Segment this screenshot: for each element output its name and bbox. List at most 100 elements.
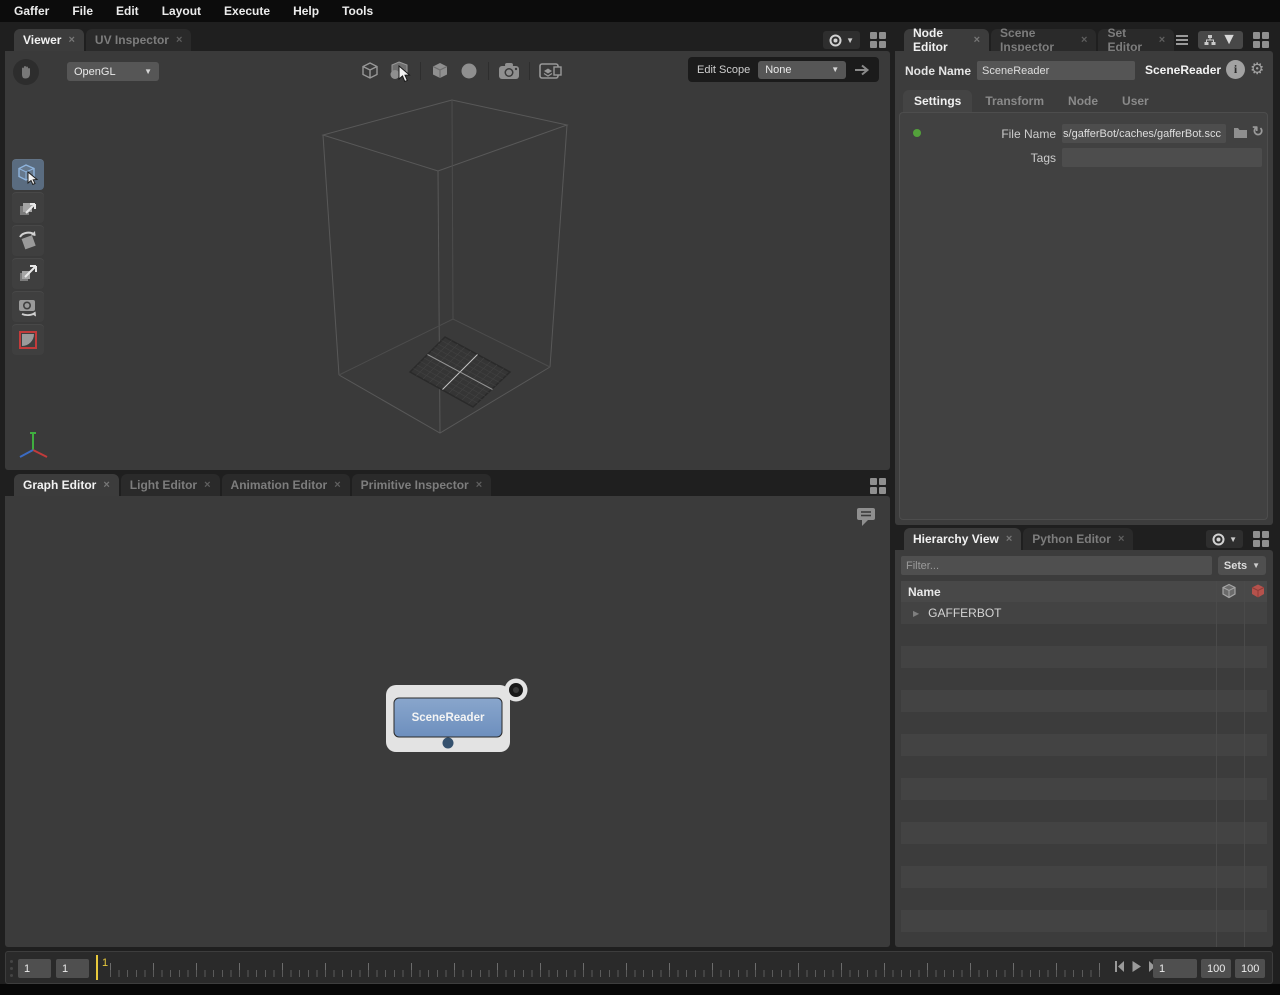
name-column-header[interactable]: Name	[908, 585, 941, 599]
tab-scene-inspector[interactable]: Scene Inspector ×	[991, 26, 1097, 54]
tab-node-editor[interactable]: Node Editor ×	[904, 26, 990, 54]
playhead[interactable]	[96, 955, 98, 980]
menu-gaffer[interactable]: Gaffer	[14, 4, 49, 18]
menu-edit[interactable]: Edit	[116, 4, 139, 18]
tab-node[interactable]: Node	[1057, 90, 1109, 112]
tags-input[interactable]	[1062, 148, 1262, 167]
pin-scene-button[interactable]: ▼	[1206, 530, 1243, 548]
close-icon[interactable]: ×	[974, 34, 980, 46]
menu-tools[interactable]: Tools	[342, 4, 373, 18]
inclusions-cube-icon[interactable]	[1221, 583, 1237, 599]
menu-help[interactable]: Help	[293, 4, 319, 18]
node-output-port[interactable]	[442, 737, 454, 749]
close-icon[interactable]: ×	[1081, 34, 1087, 46]
exclusions-cube-icon[interactable]	[1250, 583, 1266, 599]
annotation-icon[interactable]	[854, 506, 878, 528]
tab-viewer[interactable]: Viewer ×	[14, 29, 84, 51]
layout-menu-icon[interactable]	[870, 478, 886, 494]
refresh-icon[interactable]: ↻	[1252, 123, 1264, 140]
pan-hand-button[interactable]	[13, 59, 39, 85]
frame-range-start-input[interactable]: 1	[18, 959, 51, 978]
tab-python-editor[interactable]: Python Editor ×	[1023, 528, 1134, 550]
viewer-viewport[interactable]: OpenGL ▼ Edit Scope None ▼	[5, 51, 890, 470]
camera-tool-button[interactable]	[12, 291, 44, 322]
follow-node-button[interactable]: ▼	[1198, 31, 1243, 49]
current-frame-input[interactable]: 1	[1153, 959, 1197, 978]
play-button[interactable]	[1131, 960, 1142, 973]
filter-input[interactable]: Filter...	[901, 556, 1212, 575]
tab-primitive-inspector[interactable]: Primitive Inspector ×	[351, 474, 492, 496]
layout-menu-icon[interactable]	[1253, 531, 1269, 547]
tab-animation-editor[interactable]: Animation Editor ×	[221, 474, 350, 496]
table-row[interactable]	[901, 668, 1267, 690]
node-name-input[interactable]: SceneReader	[977, 61, 1135, 80]
expander-icon[interactable]: ▶	[913, 609, 919, 618]
sets-dropdown[interactable]: Sets ▼	[1218, 556, 1266, 575]
list-menu-icon[interactable]	[1176, 35, 1189, 45]
table-row[interactable]	[901, 800, 1267, 822]
geometry-cube-icon[interactable]	[430, 61, 450, 81]
scale-tool-button[interactable]	[12, 258, 44, 289]
close-icon[interactable]: ×	[68, 34, 74, 46]
edit-scope-select[interactable]: None ▼	[758, 60, 847, 79]
display-mode-select[interactable]: OpenGL ▼	[67, 62, 159, 81]
frame-range-end-input[interactable]: 100	[1235, 959, 1265, 978]
layout-menu-icon[interactable]	[1253, 32, 1269, 48]
close-icon[interactable]: ×	[1006, 533, 1012, 545]
close-icon[interactable]: ×	[1159, 34, 1165, 46]
playback-range-end-input[interactable]: 100	[1201, 959, 1231, 978]
folder-icon[interactable]	[1233, 126, 1248, 139]
menu-layout[interactable]: Layout	[162, 4, 201, 18]
jump-to-scope-icon[interactable]	[854, 64, 870, 76]
camera-icon[interactable]	[498, 62, 520, 80]
translate-tool-button[interactable]	[12, 192, 44, 223]
menu-file[interactable]: File	[72, 4, 93, 18]
rotate-tool-button[interactable]	[12, 225, 44, 256]
close-icon[interactable]: ×	[204, 479, 210, 491]
timeline-grip[interactable]	[10, 960, 13, 977]
table-row[interactable]	[901, 712, 1267, 734]
close-icon[interactable]: ×	[103, 479, 109, 491]
table-row[interactable]	[901, 734, 1267, 756]
table-row[interactable]	[901, 910, 1267, 932]
info-icon[interactable]: i	[1226, 60, 1245, 79]
tab-uv-inspector[interactable]: UV Inspector ×	[85, 29, 192, 51]
tab-hierarchy-view[interactable]: Hierarchy View ×	[904, 528, 1022, 550]
close-icon[interactable]: ×	[176, 34, 182, 46]
table-row[interactable]	[901, 932, 1267, 947]
table-row[interactable]	[901, 844, 1267, 866]
tab-settings[interactable]: Settings	[903, 90, 973, 112]
scene-reader-node[interactable]: SceneReader	[381, 676, 531, 764]
table-row[interactable]	[901, 866, 1267, 888]
table-row[interactable]	[901, 888, 1267, 910]
tab-graph-editor[interactable]: Graph Editor ×	[14, 474, 119, 496]
gear-icon[interactable]: ⚙	[1250, 59, 1264, 79]
table-row[interactable]	[901, 756, 1267, 778]
row-gafferbot[interactable]: ▶ GAFFERBOT	[901, 602, 1267, 624]
file-name-input[interactable]: s/gafferBot/caches/gafferBot.scc	[1062, 124, 1226, 143]
crop-window-tool-button[interactable]	[12, 324, 44, 355]
table-row[interactable]	[901, 624, 1267, 646]
pin-scene-button[interactable]: ▼	[823, 31, 860, 49]
menu-execute[interactable]: Execute	[224, 4, 270, 18]
value-changed-indicator[interactable]	[913, 129, 921, 137]
close-icon[interactable]: ×	[476, 479, 482, 491]
table-row[interactable]	[901, 646, 1267, 668]
tab-light-editor[interactable]: Light Editor ×	[120, 474, 220, 496]
close-icon[interactable]: ×	[334, 479, 340, 491]
sphere-icon[interactable]	[459, 61, 479, 81]
skip-to-start-button[interactable]	[1114, 960, 1125, 973]
table-row[interactable]	[901, 778, 1267, 800]
render-pass-icon[interactable]	[539, 61, 563, 81]
graph-canvas[interactable]: SceneReader	[5, 496, 890, 947]
table-row[interactable]	[901, 690, 1267, 712]
selection-tool-button[interactable]	[12, 159, 44, 190]
table-row[interactable]	[901, 822, 1267, 844]
close-icon[interactable]: ×	[1118, 533, 1124, 545]
playback-range-start-input[interactable]: 1	[56, 959, 89, 978]
tab-transform[interactable]: Transform	[974, 90, 1055, 112]
tab-set-editor[interactable]: Set Editor ×	[1098, 26, 1175, 54]
layout-menu-icon[interactable]	[870, 32, 886, 48]
tab-user[interactable]: User	[1111, 90, 1160, 112]
timeline-ruler[interactable]	[110, 958, 1100, 977]
